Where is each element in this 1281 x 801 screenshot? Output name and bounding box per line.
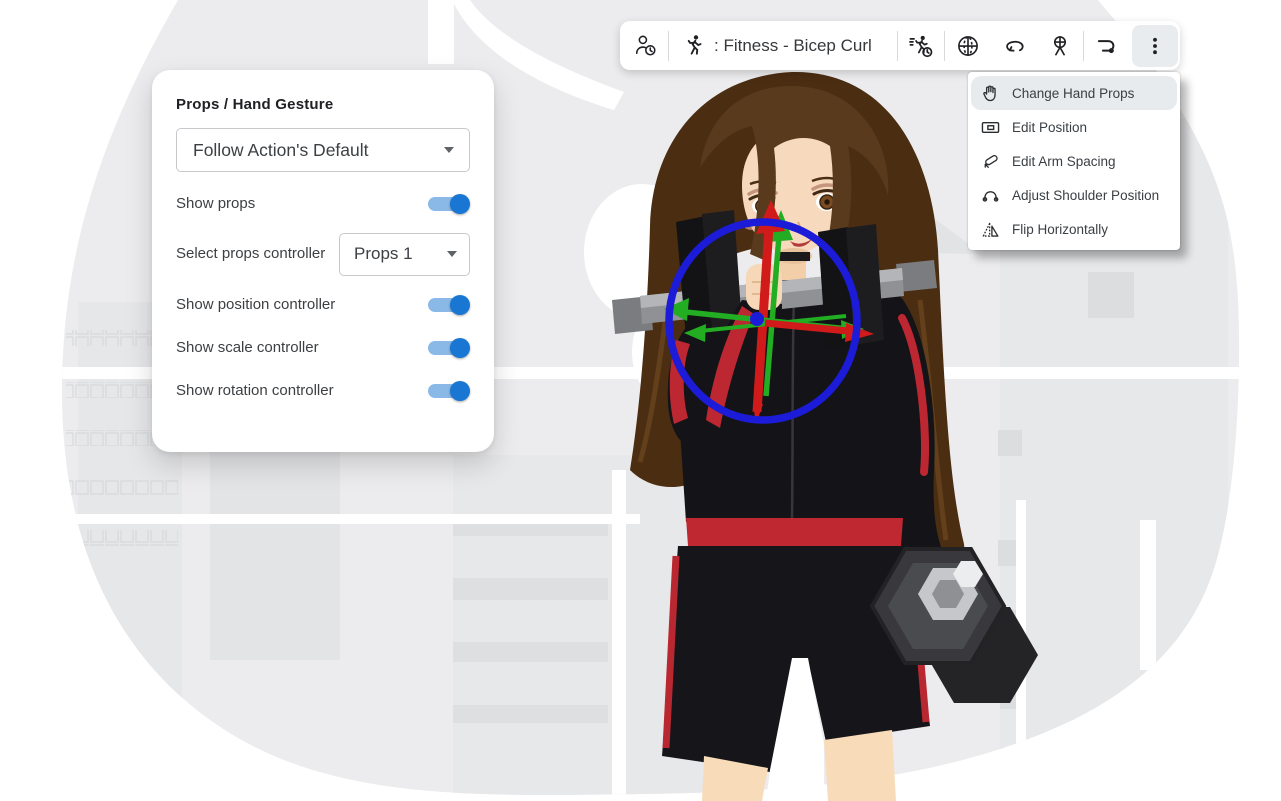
props-panel: Props / Hand Gesture Follow Action's Def… bbox=[152, 70, 494, 452]
show-props-label: Show props bbox=[176, 193, 255, 215]
show-scale-row: Show scale controller bbox=[176, 331, 470, 365]
chevron-down-icon bbox=[447, 251, 457, 257]
show-scale-controller-toggle[interactable] bbox=[428, 337, 470, 359]
flip-horizontal-icon bbox=[980, 219, 1001, 240]
menu-item-change-hand-props[interactable]: Change Hand Props bbox=[971, 76, 1177, 110]
edit-position-icon bbox=[980, 117, 1001, 138]
show-rotation-row: Show rotation controller bbox=[176, 374, 470, 408]
action-speed-button[interactable] bbox=[898, 21, 944, 70]
panel-title: Props / Hand Gesture bbox=[176, 96, 470, 113]
select-controller-label: Select props controller bbox=[176, 243, 326, 265]
rotate-view-icon bbox=[1001, 32, 1028, 59]
menu-item-label: Edit Arm Spacing bbox=[1012, 154, 1116, 169]
menu-item-adjust-shoulder-position[interactable]: Adjust Shoulder Position bbox=[971, 178, 1177, 212]
show-position-controller-toggle[interactable] bbox=[428, 294, 470, 316]
more-options-button[interactable] bbox=[1132, 25, 1178, 67]
focus-character-icon bbox=[1047, 33, 1073, 59]
show-rotation-label: Show rotation controller bbox=[176, 380, 334, 402]
gizmo-center-handle[interactable] bbox=[750, 312, 764, 326]
more-options-icon bbox=[1144, 35, 1166, 57]
menu-item-label: Flip Horizontally bbox=[1012, 222, 1108, 237]
rotate-view-button[interactable] bbox=[991, 21, 1037, 70]
globe-icon bbox=[955, 33, 981, 59]
menu-item-flip-horizontally[interactable]: Flip Horizontally bbox=[971, 212, 1177, 246]
menu-item-label: Adjust Shoulder Position bbox=[1012, 188, 1159, 203]
current-action-button[interactable]: : Fitness - Bicep Curl bbox=[669, 21, 897, 70]
jacket-hem bbox=[686, 518, 903, 546]
building-shape bbox=[210, 452, 340, 660]
action-speed-icon bbox=[908, 33, 934, 59]
character-select-button[interactable] bbox=[622, 21, 668, 70]
current-action-label: : Fitness - Bicep Curl bbox=[714, 36, 872, 56]
show-scale-label: Show scale controller bbox=[176, 337, 319, 359]
props-controller-value: Props 1 bbox=[354, 244, 413, 264]
show-rotation-controller-toggle[interactable] bbox=[428, 380, 470, 402]
focus-character-button[interactable] bbox=[1037, 21, 1083, 70]
motion-path-icon bbox=[1094, 33, 1120, 59]
menu-item-label: Change Hand Props bbox=[1012, 86, 1134, 101]
world-view-button[interactable] bbox=[945, 21, 991, 70]
motion-path-button[interactable] bbox=[1084, 21, 1130, 70]
select-controller-row: Select props controller Props 1 bbox=[176, 229, 470, 279]
hand-icon bbox=[980, 83, 1001, 104]
props-controller-select[interactable]: Props 1 bbox=[339, 233, 470, 276]
show-position-row: Show position controller bbox=[176, 288, 470, 322]
character-select-icon bbox=[633, 33, 658, 58]
menu-item-edit-position[interactable]: Edit Position bbox=[971, 110, 1177, 144]
app-window: Props / Hand Gesture Follow Action's Def… bbox=[0, 0, 1281, 801]
runner-icon bbox=[681, 33, 706, 58]
hand-props-context-menu: Change Hand Props Edit Position Edit Arm… bbox=[968, 72, 1180, 250]
chevron-down-icon bbox=[444, 147, 454, 153]
shoulder-position-icon bbox=[980, 185, 1001, 206]
show-props-row: Show props bbox=[176, 189, 470, 219]
leg bbox=[824, 730, 896, 801]
menu-item-label: Edit Position bbox=[1012, 120, 1087, 135]
gesture-select-value: Follow Action's Default bbox=[193, 140, 369, 161]
top-toolbar: : Fitness - Bicep Curl bbox=[620, 21, 1180, 70]
gesture-select[interactable]: Follow Action's Default bbox=[176, 128, 470, 172]
menu-item-edit-arm-spacing[interactable]: Edit Arm Spacing bbox=[971, 144, 1177, 178]
arm-spacing-icon bbox=[980, 151, 1001, 172]
show-position-label: Show position controller bbox=[176, 294, 335, 316]
show-props-toggle[interactable] bbox=[428, 193, 470, 215]
choker bbox=[778, 252, 810, 261]
